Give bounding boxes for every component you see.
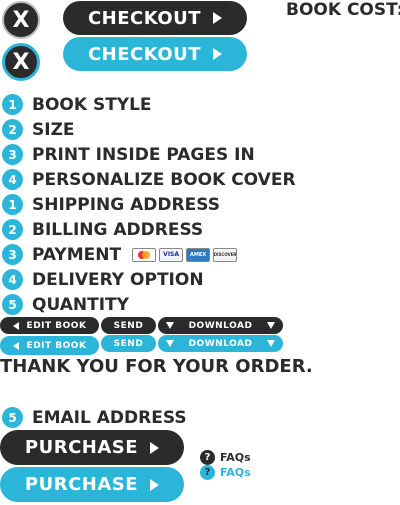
help-icon: ? [200, 450, 215, 465]
book-steps: 1 BOOK STYLE 2 SIZE 3 PRINT INSIDE PAGES… [2, 92, 296, 192]
step-number: 4 [2, 269, 23, 290]
faq-link-hover[interactable]: ? FAQs [200, 465, 251, 480]
mastercard-icon [132, 247, 157, 262]
send-label: SEND [113, 320, 144, 331]
step-number: 3 [2, 244, 23, 265]
close-button-hover[interactable]: X [2, 43, 40, 81]
order-steps: 1 SHIPPING ADDRESS 2 BILLING ADDRESS 3 P… [2, 192, 238, 317]
step-personalize-cover[interactable]: 4 PERSONALIZE BOOK COVER [2, 167, 296, 192]
play-arrow-icon [150, 478, 160, 491]
download-label: DOWNLOAD [188, 320, 253, 331]
download-button[interactable]: DOWNLOAD [158, 317, 283, 334]
chevron-down-icon [267, 340, 275, 347]
step-label: BILLING ADDRESS [32, 219, 204, 240]
step-label: EMAIL ADDRESS [32, 407, 187, 428]
chevron-down-icon [166, 322, 174, 329]
purchase-button-hover[interactable]: PURCHASE [0, 467, 184, 502]
close-icon: X [12, 49, 30, 75]
book-cost-label: BOOK COST: [286, 0, 400, 20]
step-label: SHIPPING ADDRESS [32, 194, 220, 215]
step-label: DELIVERY OPTION [32, 269, 204, 290]
step-label: BOOK STYLE [32, 94, 152, 115]
step-shipping-address[interactable]: 1 SHIPPING ADDRESS [2, 192, 237, 217]
close-icon: X [12, 7, 30, 33]
purchase-label: PURCHASE [24, 437, 139, 458]
step-label: PERSONALIZE BOOK COVER [32, 169, 296, 190]
send-button[interactable]: SEND [101, 317, 156, 334]
step-number: 2 [2, 219, 23, 240]
send-label: SEND [113, 338, 144, 349]
help-icon: ? [200, 465, 215, 480]
step-print-inside-pages[interactable]: 3 PRINT INSIDE PAGES IN [2, 142, 296, 167]
thank-you-message: THANK YOU FOR YOUR ORDER. [0, 356, 313, 377]
play-arrow-icon [213, 12, 223, 24]
step-label: SIZE [32, 119, 75, 140]
checkout-button-hover[interactable]: CHECKOUT [63, 37, 247, 71]
step-email-address[interactable]: 5 EMAIL ADDRESS [2, 405, 187, 430]
step-label: QUANTITY [32, 294, 129, 315]
edit-book-label: EDIT BOOK [26, 320, 87, 331]
payment-cards: VISA AMEX DISCOVER [132, 247, 238, 262]
step-label: PAYMENT [32, 244, 122, 265]
mastercard-logo [138, 250, 151, 259]
step-number: 4 [2, 169, 23, 190]
faq-label: FAQs [220, 451, 251, 464]
close-button[interactable]: X [2, 1, 40, 39]
step-delivery-option[interactable]: 4 DELIVERY OPTION [2, 267, 237, 292]
step-payment[interactable]: 3 PAYMENT VISA AMEX DISCOVER [2, 242, 238, 267]
step-billing-address[interactable]: 2 BILLING ADDRESS [2, 217, 237, 242]
back-arrow-icon [12, 341, 19, 350]
checkout-label: CHECKOUT [87, 43, 202, 65]
step-book-style[interactable]: 1 BOOK STYLE [2, 92, 296, 117]
play-arrow-icon [150, 441, 160, 454]
chevron-down-icon [166, 340, 174, 347]
edit-book-button-hover[interactable]: EDIT BOOK [0, 336, 99, 355]
edit-book-button[interactable]: EDIT BOOK [0, 317, 99, 334]
step-number: 2 [2, 119, 23, 140]
step-number: 1 [2, 94, 23, 115]
step-number: 5 [2, 407, 23, 428]
visa-icon: VISA [159, 247, 184, 262]
step-number: 1 [2, 194, 23, 215]
download-label: DOWNLOAD [188, 338, 253, 349]
checkout-button[interactable]: CHECKOUT [63, 1, 247, 35]
send-button-hover[interactable]: SEND [101, 335, 156, 352]
back-arrow-icon [12, 321, 19, 330]
faq-link[interactable]: ? FAQs [200, 450, 251, 465]
checkout-label: CHECKOUT [87, 7, 202, 29]
chevron-down-icon [267, 322, 275, 329]
step-number: 5 [2, 294, 23, 315]
discover-icon: DISCOVER [213, 247, 238, 262]
purchase-button[interactable]: PURCHASE [0, 430, 184, 465]
amex-icon: AMEX [186, 247, 211, 262]
step-quantity[interactable]: 5 QUANTITY [2, 292, 237, 317]
download-button-hover[interactable]: DOWNLOAD [158, 335, 283, 352]
step-number: 3 [2, 144, 23, 165]
purchase-label: PURCHASE [24, 474, 139, 495]
step-size[interactable]: 2 SIZE [2, 117, 296, 142]
edit-book-label: EDIT BOOK [26, 340, 87, 351]
step-label: PRINT INSIDE PAGES IN [32, 144, 255, 165]
play-arrow-icon [213, 48, 223, 60]
faq-label: FAQs [220, 466, 251, 479]
